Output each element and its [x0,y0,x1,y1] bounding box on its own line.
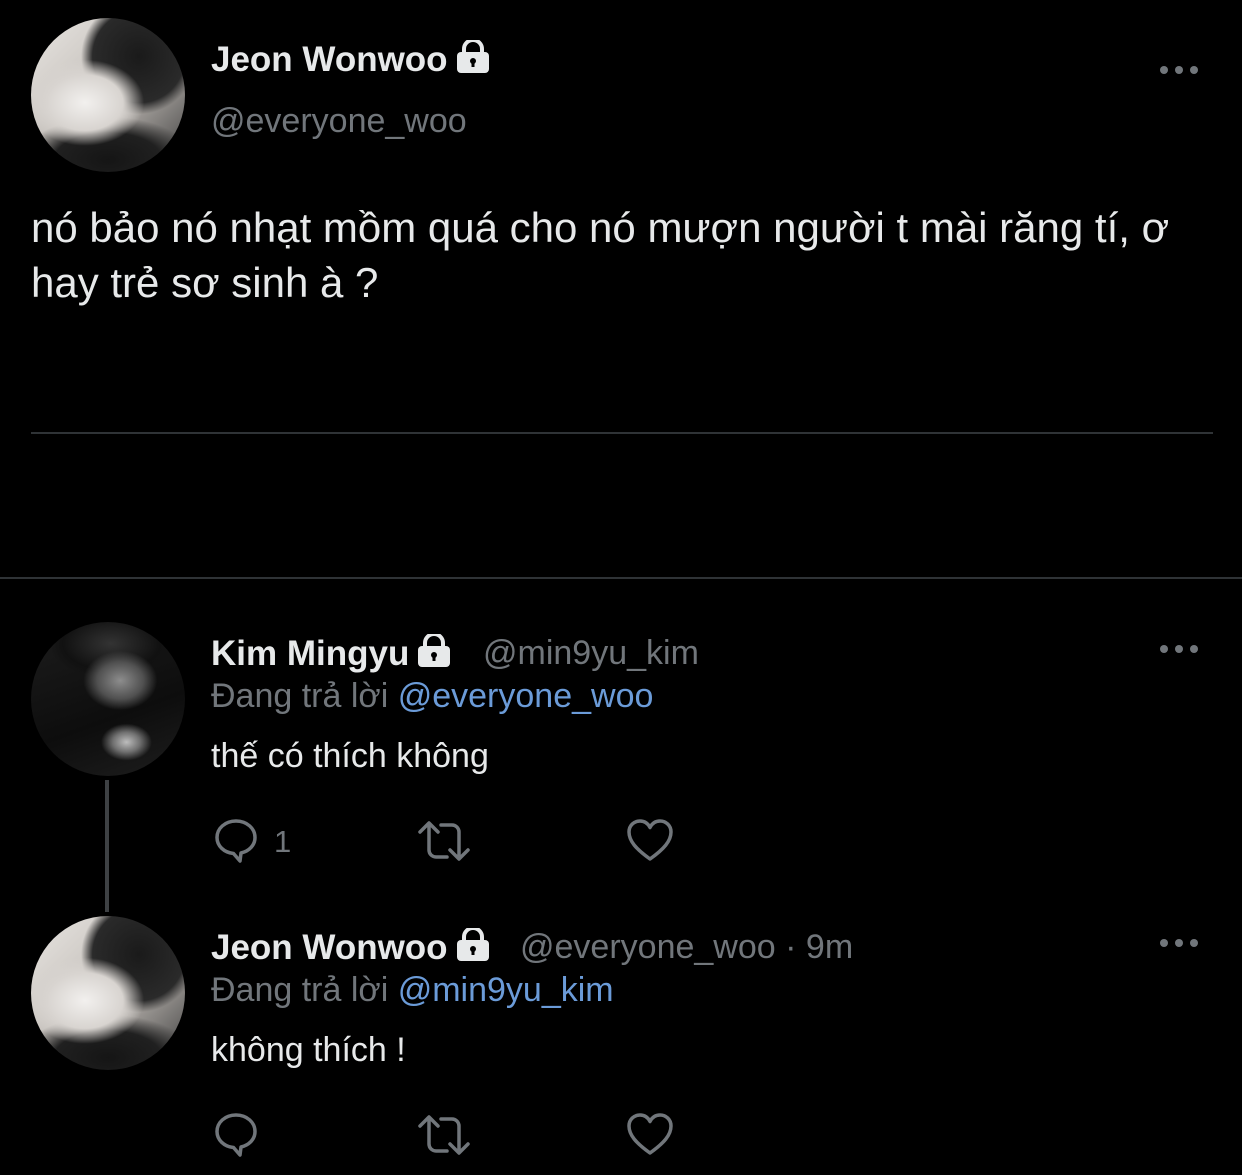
more-icon[interactable] [1160,643,1200,655]
reply-text: thế có thích không [211,737,489,775]
tweet-time[interactable]: 9m [806,928,853,966]
replying-to-line: Đang trả lời @min9yu_kim [211,971,614,1010]
author-name[interactable]: Jeon Wonwoo [211,38,492,83]
author-handle[interactable]: @everyone_woo [211,102,467,141]
reply-author-name-text: Kim Mingyu [211,634,410,673]
tweet-text: nó bảo nó nhạt mồm quá cho nó mượn người… [31,204,1170,306]
author-avatar[interactable] [31,18,185,172]
mention-link[interactable]: @min9yu_kim [398,971,614,1009]
replying-prefix: Đang trả lời [211,971,389,1009]
heart-icon[interactable] [626,817,674,868]
retweet-icon[interactable] [416,1112,472,1163]
reply-author-name[interactable]: Kim Mingyu [211,632,453,677]
more-icon[interactable] [1160,64,1200,76]
reply-avatar[interactable] [31,916,185,1070]
reply-meta: @everyone_woo · 9m [520,928,853,967]
retweet-icon[interactable] [416,818,472,869]
reply-author-handle[interactable]: @min9yu_kim [483,634,699,673]
reply-icon[interactable] [212,1110,260,1163]
reply-icon[interactable] [212,816,260,869]
reply-avatar[interactable] [31,622,185,776]
tweet-divider [31,432,1213,434]
author-name-text: Jeon Wonwoo [211,40,448,79]
reply-author-handle[interactable]: @everyone_woo [520,928,776,966]
reply-count: 1 [274,824,292,859]
mention-link[interactable]: @everyone_woo [398,677,654,715]
reply-author-name-text: Jeon Wonwoo [211,928,448,967]
meta-separator: · [785,928,797,966]
thread-line [105,780,109,912]
lock-icon [415,632,453,677]
lock-icon [454,38,492,83]
reply-author-name[interactable]: Jeon Wonwoo [211,926,492,971]
lock-icon [454,926,492,971]
replying-to-line: Đang trả lời @everyone_woo [211,677,653,716]
more-icon[interactable] [1160,937,1200,949]
section-divider [0,577,1242,579]
heart-icon[interactable] [626,1111,674,1162]
reply-text: không thích ! [211,1031,406,1069]
replying-prefix: Đang trả lời [211,677,389,715]
